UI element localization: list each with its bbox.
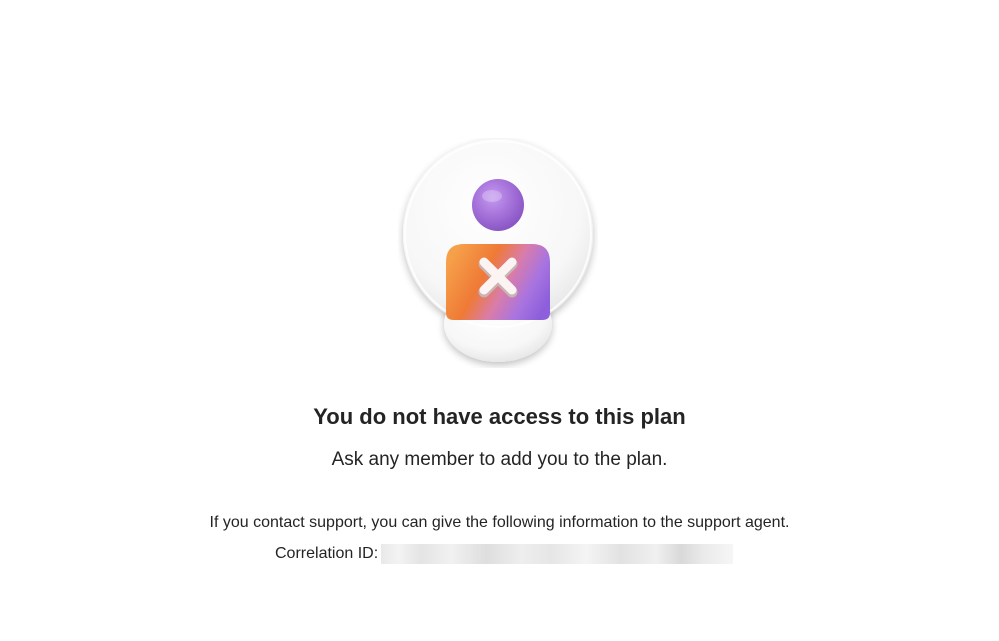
user-head-shape [472, 179, 524, 231]
support-info-text: If you contact support, you can give the… [209, 514, 790, 531]
error-title: You do not have access to this plan [313, 404, 686, 429]
correlation-id-value-redacted[interactable] [381, 544, 734, 564]
error-subtitle: Ask any member to add you to the plan. [331, 449, 668, 470]
no-access-illustration [398, 138, 598, 368]
correlation-id-row: Correlation ID: [275, 542, 734, 566]
no-access-page: You do not have access to this plan Ask … [0, 0, 999, 641]
user-blocked-icon [403, 139, 593, 362]
correlation-id-label: Correlation ID: [275, 545, 379, 562]
